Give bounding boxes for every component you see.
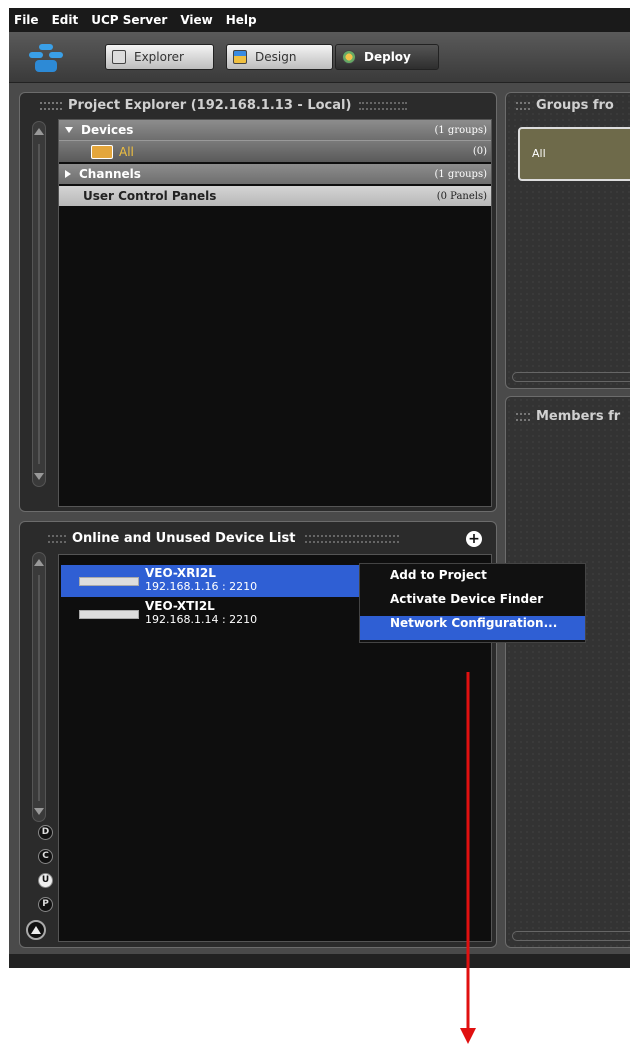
menu-item-activate-device-finder[interactable]: Activate Device Finder bbox=[360, 592, 585, 616]
groups-panel-title: Groups fro bbox=[516, 98, 614, 113]
mode-button-p[interactable]: P bbox=[38, 897, 53, 912]
menu-item-network-configuration[interactable]: Network Configuration... bbox=[360, 616, 585, 640]
scroll-up-icon[interactable] bbox=[34, 128, 44, 135]
menu-edit[interactable]: Edit bbox=[47, 13, 87, 27]
menu-item-add-to-project[interactable]: Add to Project bbox=[360, 568, 585, 592]
app-window: File Edit UCP Server View Help Explorer … bbox=[9, 8, 630, 968]
scroll-down-icon[interactable] bbox=[34, 473, 44, 480]
project-explorer-scrollbar[interactable] bbox=[32, 121, 46, 487]
scroll-down-icon[interactable] bbox=[34, 808, 44, 815]
project-explorer-title: Project Explorer (192.168.1.13 - Local) bbox=[40, 98, 408, 113]
tree-row-devices[interactable]: Devices (1 groups) bbox=[59, 120, 491, 140]
project-explorer-panel: Project Explorer (192.168.1.13 - Local) … bbox=[19, 92, 497, 512]
mode-button-c[interactable]: C bbox=[38, 849, 53, 864]
mode-button-u[interactable]: U bbox=[38, 873, 53, 888]
members-panel: Members fr bbox=[505, 396, 630, 948]
menu-help[interactable]: Help bbox=[221, 13, 265, 27]
expand-down-icon[interactable] bbox=[65, 127, 73, 133]
mode-button-d[interactable]: D bbox=[38, 825, 53, 840]
group-tile-all[interactable]: All bbox=[518, 127, 630, 181]
deploy-gear-icon bbox=[342, 50, 356, 64]
folder-icon bbox=[91, 144, 113, 159]
toolbar: Explorer Design Deploy bbox=[9, 32, 630, 83]
tree-row-user-control-panels[interactable]: User Control Panels (0 Panels) bbox=[59, 186, 491, 206]
collapse-up-icon[interactable] bbox=[26, 920, 46, 940]
design-button[interactable]: Design bbox=[226, 44, 333, 70]
menu-bar: File Edit UCP Server View Help bbox=[9, 8, 630, 32]
members-panel-title: Members fr bbox=[516, 409, 620, 424]
annotation-arrow-icon bbox=[460, 672, 476, 1044]
add-device-icon[interactable]: + bbox=[466, 531, 482, 547]
device-list-title: Online and Unused Device List bbox=[48, 531, 400, 546]
deploy-button[interactable]: Deploy bbox=[335, 44, 439, 70]
explorer-icon bbox=[112, 50, 126, 64]
device-list-scrollbar[interactable] bbox=[32, 552, 46, 822]
members-hscrollbar[interactable] bbox=[512, 931, 630, 941]
expand-right-icon[interactable] bbox=[65, 170, 71, 178]
scroll-up-icon[interactable] bbox=[34, 559, 44, 566]
device-hardware-icon bbox=[79, 610, 139, 619]
menu-view[interactable]: View bbox=[175, 13, 220, 27]
groups-hscrollbar[interactable] bbox=[512, 372, 630, 382]
menu-ucp-server[interactable]: UCP Server bbox=[86, 13, 175, 27]
explorer-button[interactable]: Explorer bbox=[105, 44, 214, 70]
design-icon bbox=[233, 50, 247, 64]
project-tree: Devices (1 groups) All (0) Channels (1 g… bbox=[58, 119, 492, 507]
tree-row-all[interactable]: All (0) bbox=[59, 140, 491, 162]
menu-file[interactable]: File bbox=[9, 13, 47, 27]
groups-panel: Groups fro All bbox=[505, 92, 630, 389]
context-menu: Add to Project Activate Device Finder Ne… bbox=[359, 563, 586, 643]
drag-handle-icon[interactable] bbox=[40, 101, 62, 110]
status-bar bbox=[9, 954, 630, 968]
app-logo-icon bbox=[29, 44, 63, 72]
device-hardware-icon bbox=[79, 577, 139, 586]
tree-row-channels[interactable]: Channels (1 groups) bbox=[59, 164, 491, 184]
